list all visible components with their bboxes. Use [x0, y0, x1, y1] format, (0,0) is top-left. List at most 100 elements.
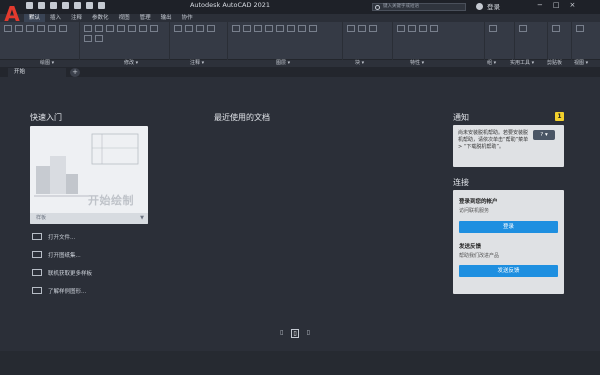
dimension-icon[interactable] [185, 25, 193, 32]
ribbon-label-utilities[interactable]: 实用工具 ▾ [510, 60, 534, 67]
leader-icon[interactable] [196, 25, 204, 32]
open-file-icon[interactable] [38, 2, 45, 9]
layer-icon[interactable] [243, 25, 251, 32]
copy-icon[interactable] [117, 25, 125, 32]
ribbon-group-modify [80, 22, 170, 60]
linetype-icon[interactable] [430, 25, 438, 32]
create-block-icon[interactable] [358, 25, 366, 32]
layer-icon[interactable] [254, 25, 262, 32]
array-icon[interactable] [95, 35, 103, 42]
login-account-title: 登录到您的帐户 [459, 199, 498, 205]
line-icon[interactable] [4, 25, 12, 32]
ribbon-group-layers [228, 22, 343, 60]
table-icon[interactable] [207, 25, 215, 32]
color-wheel-icon[interactable] [408, 25, 416, 32]
tab-output[interactable]: 输出 [156, 14, 177, 22]
open-sheet-set-link[interactable]: 打开图纸集... [32, 250, 92, 259]
open-files-link[interactable]: 打开文件... [32, 232, 92, 241]
ribbon-label-modify[interactable]: 修改 ▾ [124, 60, 138, 67]
ribbon-group-groups [485, 22, 515, 60]
redo-icon[interactable] [98, 2, 105, 9]
ribbon-group-block [343, 22, 393, 60]
tab-annotate[interactable]: 注释 [66, 14, 87, 22]
hatch-icon[interactable] [59, 25, 67, 32]
undo-icon[interactable] [86, 2, 93, 9]
print-icon[interactable] [74, 2, 81, 9]
ribbon-label-clipboard[interactable]: 剪贴板 [547, 60, 562, 67]
title-bar: A Autodesk AutoCAD 2021 键入关键字或短语 登录 − □ … [0, 0, 600, 26]
layer-icon[interactable] [287, 25, 295, 32]
fillet-icon[interactable] [139, 25, 147, 32]
ribbon-label-annotation[interactable]: 注释 ▾ [190, 60, 204, 67]
ribbon-label-block[interactable]: 块 ▾ [355, 60, 364, 67]
feedback-subtitle: 帮助我们改进产品 [459, 253, 500, 259]
edit-block-icon[interactable] [369, 25, 377, 32]
stretch-icon[interactable] [150, 25, 158, 32]
new-file-icon[interactable] [26, 2, 33, 9]
rotate-icon[interactable] [95, 25, 103, 32]
page-indicator: ▯ ▯ ▯ [280, 329, 310, 338]
ribbon-label-properties[interactable]: 特性 ▾ [410, 60, 424, 67]
scale-icon[interactable] [84, 35, 92, 42]
ribbon-label-layers[interactable]: 图层 ▾ [276, 60, 290, 67]
ribbon-label-view[interactable]: 视图 ▾ [574, 60, 588, 67]
tab-collaborate[interactable]: 协作 [177, 14, 198, 22]
layer-icon[interactable] [309, 25, 317, 32]
sample-drawings-link[interactable]: 了解样例图形... [32, 286, 92, 295]
connect-card: 登录到您的帐户 访问联机服务 登录 发送反馈 帮助我们改进产品 发送反馈 [453, 190, 564, 294]
search-icon [375, 5, 380, 10]
tab-start[interactable]: 开始 [8, 68, 66, 77]
paste-icon[interactable] [552, 25, 560, 32]
match-properties-icon[interactable] [397, 25, 405, 32]
login-button-primary[interactable]: 登录 [459, 221, 558, 233]
ribbon-label-draw[interactable]: 绘图 ▾ [40, 60, 54, 67]
template-icon [32, 269, 42, 276]
arc-icon[interactable] [37, 25, 45, 32]
page-dot-2[interactable]: ▯ [291, 329, 299, 338]
document-icon [32, 287, 42, 294]
maximize-button[interactable]: □ [553, 1, 560, 9]
start-drawing-card[interactable]: 开始绘制 样板 ▼ [30, 126, 148, 224]
notification-message: 尚未安装脱机帮助。若要安装脱机帮助，请依次单击“帮助”菜单 > “下载脱机帮助”… [458, 130, 529, 150]
close-button[interactable]: × [570, 1, 576, 9]
move-icon[interactable] [84, 25, 92, 32]
tab-parametric[interactable]: 参数化 [87, 14, 114, 22]
layer-icon[interactable] [265, 25, 273, 32]
link-label: 联机获取更多样板 [48, 270, 93, 277]
view-icon[interactable] [576, 25, 584, 32]
save-icon[interactable] [50, 2, 57, 9]
page-dot-3[interactable]: ▯ [307, 329, 310, 338]
tab-default[interactable]: 默认 [24, 14, 46, 22]
page-dot-1[interactable]: ▯ [280, 329, 283, 338]
group-icon[interactable] [489, 25, 497, 32]
polyline-icon[interactable] [15, 25, 23, 32]
layer-properties-icon[interactable] [232, 25, 240, 32]
save-as-icon[interactable] [62, 2, 69, 9]
tab-manage[interactable]: 管理 [135, 14, 156, 22]
help-dropdown-button[interactable]: ? ▾ [533, 130, 555, 140]
more-templates-link[interactable]: 联机获取更多样板 [32, 268, 92, 277]
search-input[interactable]: 键入关键字或短语 [372, 3, 466, 11]
feedback-title: 发送反馈 [459, 244, 482, 250]
send-feedback-button[interactable]: 发送反馈 [459, 265, 558, 277]
tab-view[interactable]: 视图 [114, 14, 135, 22]
chevron-down-icon: ▼ [140, 215, 144, 221]
template-selector[interactable]: 样板 ▼ [30, 213, 148, 224]
ribbon-label-groups[interactable]: 组 ▾ [487, 60, 496, 67]
mirror-icon[interactable] [128, 25, 136, 32]
minimize-button[interactable]: − [537, 1, 543, 9]
lineweight-icon[interactable] [419, 25, 427, 32]
rectangle-icon[interactable] [48, 25, 56, 32]
user-icon [476, 2, 483, 10]
layer-icon[interactable] [276, 25, 284, 32]
ribbon-group-properties [393, 22, 485, 60]
insert-block-icon[interactable] [347, 25, 355, 32]
text-icon[interactable] [174, 25, 182, 32]
new-tab-button[interactable]: + [70, 68, 80, 77]
measure-icon[interactable] [519, 25, 527, 32]
trim-icon[interactable] [106, 25, 114, 32]
tab-insert[interactable]: 插入 [45, 14, 66, 22]
layer-icon[interactable] [298, 25, 306, 32]
circle-icon[interactable] [26, 25, 34, 32]
login-button[interactable]: 登录 [476, 1, 500, 11]
